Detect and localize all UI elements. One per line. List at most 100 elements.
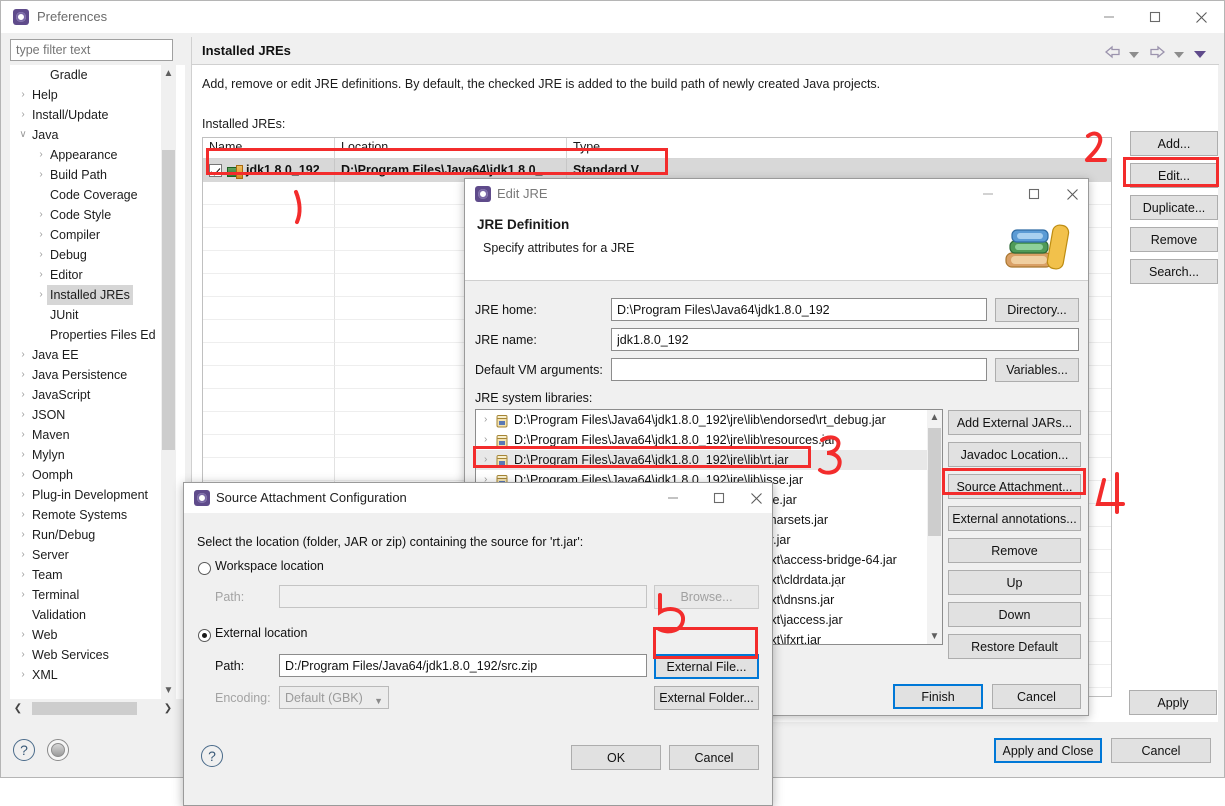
chevron-right-icon[interactable]: › bbox=[18, 585, 28, 605]
sidebar-item-java-ee[interactable]: ›Java EE bbox=[10, 345, 185, 365]
sidebar-item-editor[interactable]: ›Editor bbox=[10, 265, 185, 285]
edit-button[interactable]: Edit... bbox=[1130, 163, 1218, 188]
add-button[interactable]: Add... bbox=[1130, 131, 1218, 156]
sidebar-item-server[interactable]: ›Server bbox=[10, 545, 185, 565]
close-button[interactable] bbox=[741, 483, 772, 513]
chevron-right-icon[interactable]: › bbox=[18, 385, 28, 405]
sidebar-item-debug[interactable]: ›Debug bbox=[10, 245, 185, 265]
sidebar-item-help[interactable]: ›Help bbox=[10, 85, 185, 105]
javadoc-location-button[interactable]: Javadoc Location... bbox=[948, 442, 1081, 467]
chevron-right-icon[interactable]: › bbox=[18, 345, 28, 365]
forward-dropdown-icon[interactable] bbox=[1174, 48, 1184, 62]
filter-text-input[interactable] bbox=[10, 39, 173, 61]
chevron-right-icon[interactable]: › bbox=[36, 165, 46, 185]
library-list-item[interactable]: ›D:\Program Files\Java64\jdk1.8.0_192\jr… bbox=[476, 450, 942, 470]
sidebar-item-terminal[interactable]: ›Terminal bbox=[10, 585, 185, 605]
column-header-location[interactable]: Location bbox=[335, 138, 567, 159]
chevron-right-icon[interactable]: › bbox=[36, 245, 46, 265]
down-button[interactable]: Down bbox=[948, 602, 1081, 627]
sidebar-item-xml[interactable]: ›XML bbox=[10, 665, 185, 685]
preferences-cancel-button[interactable]: Cancel bbox=[1111, 738, 1211, 763]
up-button[interactable]: Up bbox=[948, 570, 1081, 595]
apply-button[interactable]: Apply bbox=[1129, 690, 1217, 715]
chevron-down-icon[interactable]: ∨ bbox=[18, 125, 28, 145]
vm-arguments-input[interactable] bbox=[611, 358, 987, 381]
variables-button[interactable]: Variables... bbox=[995, 358, 1079, 382]
chevron-right-icon[interactable]: › bbox=[36, 205, 46, 225]
minimize-button[interactable] bbox=[1086, 1, 1132, 33]
chevron-right-icon[interactable]: › bbox=[18, 665, 28, 685]
forward-icon[interactable] bbox=[1148, 45, 1166, 62]
scroll-up-icon[interactable]: ▲ bbox=[927, 410, 942, 425]
chevron-right-icon[interactable]: › bbox=[18, 625, 28, 645]
sidebar-item-install-update[interactable]: ›Install/Update bbox=[10, 105, 185, 125]
remove-button[interactable]: Remove bbox=[1130, 227, 1218, 252]
external-folder-button[interactable]: External Folder... bbox=[654, 686, 759, 710]
sidebar-item-build-path[interactable]: ›Build Path bbox=[10, 165, 185, 185]
help-icon[interactable]: ? bbox=[13, 739, 35, 761]
sidebar-item-mylyn[interactable]: ›Mylyn bbox=[10, 445, 185, 465]
chevron-right-icon[interactable]: › bbox=[18, 565, 28, 585]
chevron-right-icon[interactable]: › bbox=[18, 525, 28, 545]
jre-name-input[interactable] bbox=[611, 328, 1079, 351]
sidebar-item-code-style[interactable]: ›Code Style bbox=[10, 205, 185, 225]
chevron-right-icon[interactable]: › bbox=[18, 365, 28, 385]
sidebar-item-javascript[interactable]: ›JavaScript bbox=[10, 385, 185, 405]
minimize-button[interactable] bbox=[650, 483, 696, 513]
workspace-location-label[interactable]: Workspace location bbox=[215, 559, 324, 573]
external-annotations-button[interactable]: External annotations... bbox=[948, 506, 1081, 531]
sidebar-item-run-debug[interactable]: ›Run/Debug bbox=[10, 525, 185, 545]
column-header-name[interactable]: Name bbox=[203, 138, 335, 159]
preferences-tree[interactable]: Gradle›Help›Install/Update∨Java›Appearan… bbox=[10, 65, 185, 699]
external-path-input[interactable] bbox=[279, 654, 647, 677]
libraries-scroll-thumb[interactable] bbox=[928, 428, 941, 536]
scroll-up-icon[interactable]: ▲ bbox=[161, 65, 176, 82]
sidebar-item-json[interactable]: ›JSON bbox=[10, 405, 185, 425]
sidebar-item-maven[interactable]: ›Maven bbox=[10, 425, 185, 445]
chevron-right-icon[interactable]: › bbox=[36, 285, 46, 305]
tree-scroll-thumb[interactable] bbox=[162, 150, 175, 450]
restore-defaults-icon[interactable] bbox=[47, 739, 69, 761]
chevron-right-icon[interactable]: › bbox=[18, 105, 28, 125]
sidebar-item-appearance[interactable]: ›Appearance bbox=[10, 145, 185, 165]
sidebar-item-oomph[interactable]: ›Oomph bbox=[10, 465, 185, 485]
view-menu-icon[interactable] bbox=[1194, 48, 1206, 62]
column-header-type[interactable]: Type bbox=[567, 138, 1111, 159]
scroll-left-icon[interactable]: ❮ bbox=[10, 701, 26, 716]
sidebar-item-code-coverage[interactable]: Code Coverage bbox=[10, 185, 185, 205]
sidebar-item-installed-jres[interactable]: ›Installed JREs bbox=[10, 285, 185, 305]
scroll-down-icon[interactable]: ▼ bbox=[927, 629, 942, 644]
close-button[interactable] bbox=[1178, 1, 1224, 33]
edit-jre-cancel-button[interactable]: Cancel bbox=[992, 684, 1081, 709]
finish-button[interactable]: Finish bbox=[893, 684, 983, 709]
chevron-right-icon[interactable]: › bbox=[18, 85, 28, 105]
directory-button[interactable]: Directory... bbox=[995, 298, 1079, 322]
libraries-vertical-scrollbar[interactable]: ▲ ▼ bbox=[927, 410, 942, 645]
sidebar-item-remote-systems[interactable]: ›Remote Systems bbox=[10, 505, 185, 525]
chevron-right-icon[interactable]: › bbox=[36, 145, 46, 165]
jre-enabled-checkbox[interactable] bbox=[209, 164, 222, 177]
sidebar-item-validation[interactable]: Validation bbox=[10, 605, 185, 625]
chevron-right-icon[interactable]: › bbox=[18, 425, 28, 445]
source-attachment-button[interactable]: Source Attachment... bbox=[948, 474, 1081, 499]
apply-and-close-button[interactable]: Apply and Close bbox=[994, 738, 1102, 763]
tree-vertical-scrollbar[interactable]: ▲ ▼ bbox=[161, 65, 176, 699]
scroll-right-icon[interactable]: ❯ bbox=[160, 701, 176, 716]
jre-home-input[interactable] bbox=[611, 298, 987, 321]
maximize-button[interactable] bbox=[1011, 179, 1057, 209]
tree-hscroll-thumb[interactable] bbox=[32, 702, 137, 715]
chevron-right-icon[interactable]: › bbox=[18, 445, 28, 465]
back-dropdown-icon[interactable] bbox=[1129, 48, 1139, 62]
chevron-right-icon[interactable]: › bbox=[18, 545, 28, 565]
external-location-label[interactable]: External location bbox=[215, 626, 307, 640]
restore-default-button[interactable]: Restore Default bbox=[948, 634, 1081, 659]
library-list-item[interactable]: ›D:\Program Files\Java64\jdk1.8.0_192\jr… bbox=[476, 410, 942, 430]
back-icon[interactable] bbox=[1104, 45, 1122, 62]
maximize-button[interactable] bbox=[696, 483, 742, 513]
chevron-right-icon[interactable]: › bbox=[18, 405, 28, 425]
chevron-right-icon[interactable]: › bbox=[484, 450, 494, 470]
maximize-button[interactable] bbox=[1132, 1, 1178, 33]
external-location-radio[interactable] bbox=[198, 629, 211, 642]
duplicate-button[interactable]: Duplicate... bbox=[1130, 195, 1218, 220]
chevron-right-icon[interactable]: › bbox=[36, 265, 46, 285]
